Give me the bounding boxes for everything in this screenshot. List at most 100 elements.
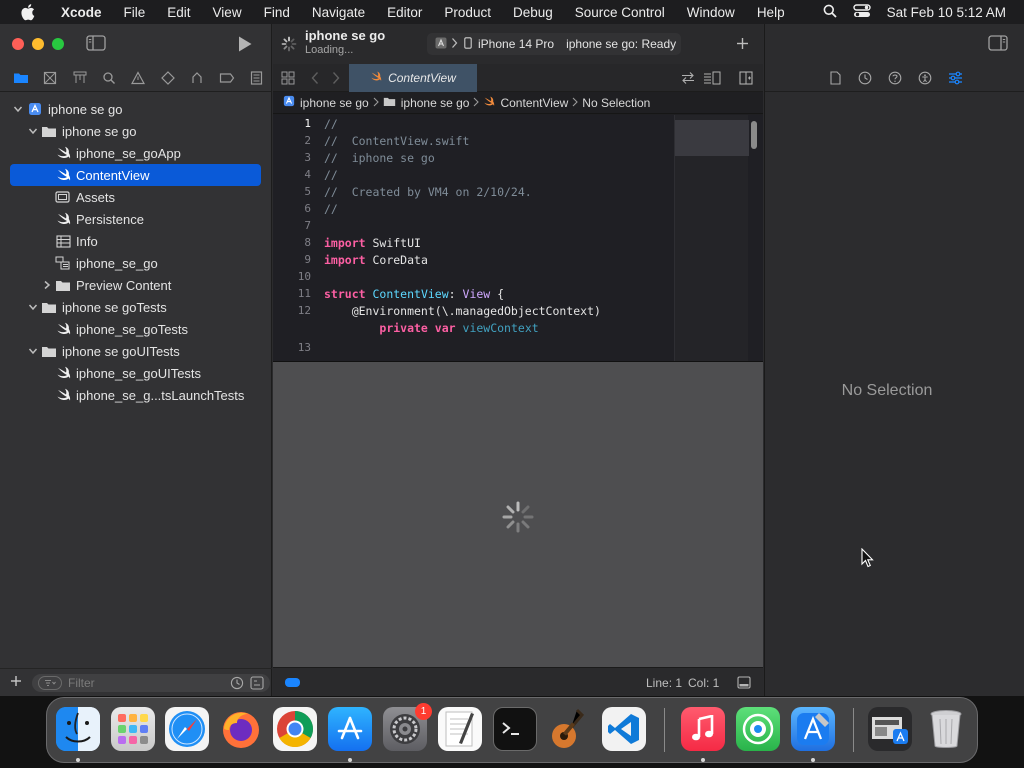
run-button[interactable] xyxy=(237,35,253,56)
quick-help-icon[interactable] xyxy=(880,64,910,92)
tree-row-datamodel[interactable]: iphone_se_go xyxy=(0,252,271,274)
minimap-visible-region[interactable] xyxy=(675,120,749,156)
report-navigator-icon[interactable] xyxy=(242,64,271,92)
minimize-window-button[interactable] xyxy=(32,38,44,50)
debug-area-toggle-icon[interactable] xyxy=(285,678,300,687)
downloads-stack-icon[interactable] xyxy=(868,707,912,751)
related-items-grid-icon[interactable] xyxy=(281,71,295,88)
tree-row-file[interactable]: iphone_se_goTests xyxy=(0,318,271,340)
menu-navigate[interactable]: Navigate xyxy=(301,5,376,20)
find-my-dock-icon[interactable] xyxy=(736,707,780,751)
data-model-icon xyxy=(55,255,71,271)
tree-row-assets[interactable]: Assets xyxy=(0,186,271,208)
firefox-dock-icon[interactable] xyxy=(219,707,263,751)
hide-debug-area-icon[interactable] xyxy=(737,676,751,692)
back-chevron-icon[interactable] xyxy=(311,71,319,88)
jumpbar-project[interactable]: iphone se go xyxy=(283,95,379,110)
zoom-window-button[interactable] xyxy=(52,38,64,50)
breakpoint-navigator-icon[interactable] xyxy=(212,64,241,92)
find-navigator-icon[interactable] xyxy=(94,64,123,92)
menu-debug[interactable]: Debug xyxy=(502,5,564,20)
safari-dock-icon[interactable] xyxy=(165,707,209,751)
navigator-filter-input[interactable]: Filter xyxy=(32,673,270,693)
jumpbar-group[interactable]: iphone se go xyxy=(383,96,480,110)
chrome-dock-icon[interactable] xyxy=(273,707,317,751)
tree-row-file-selected[interactable]: ContentView xyxy=(10,164,261,186)
menu-find[interactable]: Find xyxy=(253,5,301,20)
tree-row-file[interactable]: Persistence xyxy=(0,208,271,230)
tree-row-project[interactable]: iphone se go xyxy=(0,98,271,120)
vscode-dock-icon[interactable] xyxy=(602,707,646,751)
tree-row-plist[interactable]: Info xyxy=(0,230,271,252)
sidebar-toggle-icon[interactable] xyxy=(86,35,106,54)
menu-editor[interactable]: Editor xyxy=(376,5,433,20)
control-center-icon[interactable] xyxy=(852,3,871,21)
filter-options-icon[interactable] xyxy=(38,675,62,690)
menu-window[interactable]: Window xyxy=(676,5,746,20)
menu-app-name[interactable]: Xcode xyxy=(50,5,113,20)
close-window-button[interactable] xyxy=(12,38,24,50)
menubar-clock[interactable]: Sat Feb 10 5:12 AM xyxy=(887,5,1006,20)
jumpbar-file[interactable]: ContentView xyxy=(483,96,579,110)
history-inspector-icon[interactable] xyxy=(850,64,880,92)
scheme-app-icon[interactable] xyxy=(435,37,447,52)
debug-navigator-icon[interactable] xyxy=(183,64,212,92)
trash-dock-icon[interactable] xyxy=(924,707,968,751)
run-destination[interactable]: iPhone 14 Pro xyxy=(478,37,554,51)
editor-options-icon[interactable] xyxy=(703,71,721,88)
tab-contentview[interactable]: ContentView xyxy=(349,64,477,92)
inspector-toggle-icon[interactable] xyxy=(988,34,1008,54)
chevron-right-icon[interactable] xyxy=(41,279,53,291)
apple-menu-icon[interactable] xyxy=(18,3,36,21)
chevron-down-icon[interactable] xyxy=(27,345,39,357)
vertical-scrollbar[interactable] xyxy=(751,121,757,149)
terminal-dock-icon[interactable] xyxy=(493,707,537,751)
add-file-button[interactable] xyxy=(10,675,22,690)
source-control-navigator-icon[interactable] xyxy=(35,64,64,92)
file-inspector-icon[interactable] xyxy=(820,64,850,92)
tree-row-group[interactable]: iphone se go xyxy=(0,120,271,142)
source-editor[interactable]: 1 // 2 // ContentView.swift 3 // iphone … xyxy=(273,115,763,361)
scheme-title-block[interactable]: iphone se go Loading... xyxy=(305,29,385,57)
app-store-dock-icon[interactable] xyxy=(328,707,372,751)
scm-filter-icon[interactable] xyxy=(250,675,264,693)
tree-row-group[interactable]: iphone se goUITests xyxy=(0,340,271,362)
line-number: 6 xyxy=(304,202,311,215)
tree-row-file[interactable]: iphone_se_g...tsLaunchTests xyxy=(0,384,271,406)
code-minimap[interactable] xyxy=(674,115,749,361)
preview-canvas[interactable] xyxy=(273,361,763,667)
chevron-down-icon[interactable] xyxy=(27,125,39,137)
chevron-down-icon[interactable] xyxy=(27,301,39,313)
project-navigator-folder-icon[interactable] xyxy=(6,64,35,92)
recent-files-clock-icon[interactable] xyxy=(230,676,244,693)
chevron-down-icon[interactable] xyxy=(12,103,24,115)
split-editor-icon[interactable] xyxy=(739,71,753,88)
menu-view[interactable]: View xyxy=(202,5,253,20)
menu-file[interactable]: File xyxy=(113,5,157,20)
jumpbar-symbol[interactable]: No Selection xyxy=(582,96,650,110)
garageband-dock-icon[interactable] xyxy=(547,707,591,751)
menu-help[interactable]: Help xyxy=(746,5,796,20)
cursor-column: Col: 1 xyxy=(688,676,720,690)
test-navigator-icon[interactable] xyxy=(153,64,182,92)
textedit-dock-icon[interactable] xyxy=(438,707,482,751)
xcode-dock-icon[interactable] xyxy=(791,707,835,751)
tree-row-group[interactable]: iphone se goTests xyxy=(0,296,271,318)
symbol-navigator-icon[interactable] xyxy=(65,64,94,92)
accessibility-inspector-icon[interactable] xyxy=(910,64,940,92)
menu-source-control[interactable]: Source Control xyxy=(564,5,676,20)
tree-row-file[interactable]: iphone_se_goUITests xyxy=(0,362,271,384)
attributes-inspector-icon[interactable] xyxy=(940,64,970,92)
issue-navigator-icon[interactable] xyxy=(124,64,153,92)
forward-chevron-icon[interactable] xyxy=(332,71,340,88)
finder-dock-icon[interactable] xyxy=(56,707,100,751)
tree-row-file[interactable]: iphone_se_goApp xyxy=(0,142,271,164)
music-dock-icon[interactable] xyxy=(681,707,725,751)
add-library-plus-icon[interactable] xyxy=(736,37,749,53)
menu-edit[interactable]: Edit xyxy=(156,5,201,20)
launchpad-dock-icon[interactable] xyxy=(111,707,155,751)
menu-product[interactable]: Product xyxy=(433,5,502,20)
spotlight-search-icon[interactable] xyxy=(823,4,837,21)
tree-row-group[interactable]: Preview Content xyxy=(0,274,271,296)
code-review-icon[interactable] xyxy=(681,71,695,88)
